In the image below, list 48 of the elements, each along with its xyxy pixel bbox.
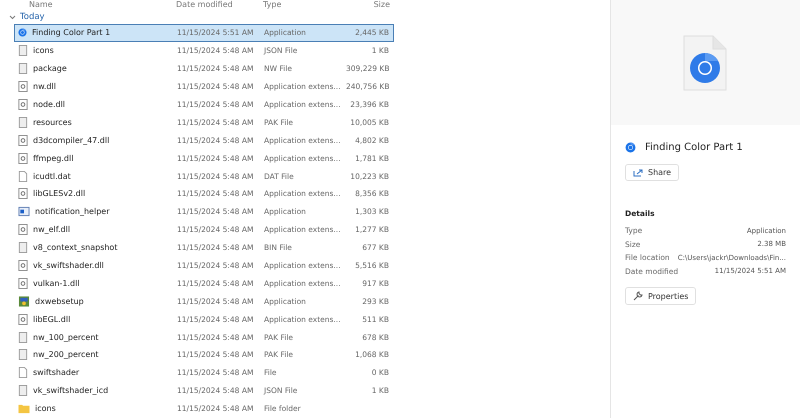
chevron-icon[interactable] xyxy=(9,14,16,20)
column-header[interactable]: Date modified xyxy=(176,0,263,10)
file-name: libEGL.dll xyxy=(33,314,70,324)
document-icon xyxy=(18,45,28,56)
document-icon xyxy=(18,116,28,128)
file-name: nw.dll xyxy=(33,82,56,92)
document-icon xyxy=(18,170,28,182)
document-icon xyxy=(18,385,28,396)
file-name: d3dcompiler_47.dll xyxy=(33,136,110,145)
file-name: icons xyxy=(35,404,56,414)
file-title: Finding Color Part 1 xyxy=(644,142,743,153)
share-button[interactable]: Share xyxy=(624,164,680,181)
app-icon xyxy=(624,142,636,153)
file-preview-icon xyxy=(683,34,728,90)
column-header[interactable]: Type xyxy=(263,0,345,10)
file-name: resources xyxy=(33,118,72,127)
file-name: node.dll xyxy=(33,100,66,109)
folder-icon xyxy=(18,403,30,414)
file-name: vk_swiftshader.dll xyxy=(33,261,104,270)
share-icon xyxy=(632,168,643,177)
file-name: icudtl.dat xyxy=(33,172,71,181)
wrench-icon xyxy=(632,291,643,301)
file-name: nw_200_percent xyxy=(33,350,99,360)
file-name: ffmpeg.dll xyxy=(33,154,74,163)
file-name: icons xyxy=(33,46,54,56)
file-name: vulkan-1.dll xyxy=(33,278,80,288)
file-name: swiftshader xyxy=(33,368,80,378)
column-header[interactable]: Name xyxy=(14,0,176,10)
file-name: dxwebsetup xyxy=(35,296,84,306)
file-name: Finding Color Part 1 xyxy=(32,28,110,38)
file-name: nw_elf.dll xyxy=(33,225,70,234)
file-name: nw_100_percent xyxy=(33,332,99,342)
file-name: v8_context_snapshot xyxy=(33,243,118,252)
file-name: vk_swiftshader_icd xyxy=(33,386,108,396)
column-header[interactable]: Size xyxy=(345,0,394,10)
document-icon xyxy=(18,63,28,74)
setup-icon xyxy=(18,296,30,307)
window-icon xyxy=(18,206,30,218)
file-name: package xyxy=(33,64,67,74)
group-label: Today xyxy=(20,12,45,22)
app-icon xyxy=(18,28,27,38)
properties-button[interactable]: Properties xyxy=(624,287,696,305)
file-name: notification_helper xyxy=(35,207,110,216)
file-name: libGLESv2.dll xyxy=(33,189,86,198)
document-icon xyxy=(18,349,28,360)
document-icon xyxy=(18,332,28,343)
document-icon xyxy=(18,242,28,254)
document-icon xyxy=(18,367,28,378)
